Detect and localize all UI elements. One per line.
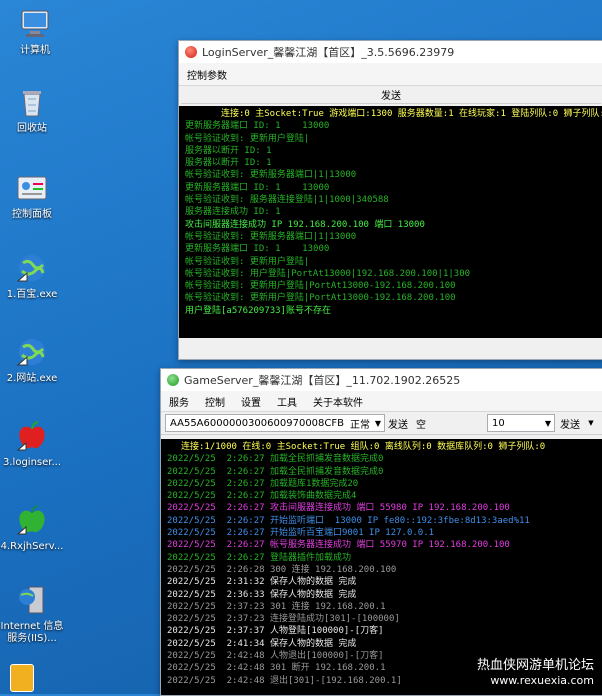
menu-about[interactable]: 关于本软件 <box>305 394 371 409</box>
log-line: 服务器以断开 ID: 1 <box>185 158 272 169</box>
log-line: 2022/5/25 2:26:27 加载装饰曲数据完成4 <box>167 491 357 502</box>
window-title: LoginServer_馨馨江湖【首区】_3.5.5696.23979 <box>202 46 455 59</box>
login-log-list: 更新服务器端口 ID: 1 13000 帐号验证收到: 更新用户登陆| 服务器以断开… <box>185 120 597 317</box>
chevron-down-icon[interactable]: ▼ <box>585 414 597 432</box>
desktop-icon-label: 2.网站.exe <box>6 373 58 384</box>
desktop-icon-iis[interactable]: Internet 信息服务(IIS)... <box>0 582 67 645</box>
server-globe-icon <box>14 582 50 618</box>
command-select[interactable]: AA55A6000000300600970008CFB 正常 ▼ <box>165 414 385 432</box>
partial-desktop-icon[interactable] <box>10 664 34 692</box>
log-line: 2022/5/25 2:31:32 保存人物的数据 完成 <box>167 577 357 588</box>
empty-label: 空 <box>416 419 426 431</box>
log-line: 2022/5/25 2:26:27 登陆器插件加载成功 <box>167 552 351 563</box>
log-line: 帐号验证收到: 更新用户登陆|PortAt13000-192.168.200.1… <box>185 281 456 292</box>
menu-control-params[interactable]: 控制参数 <box>179 67 235 82</box>
log-line: 帐号验证收到: 更新用户登陆|PortAt13000-192.168.200.1… <box>185 293 456 304</box>
watermark-url: www.rexuexia.com <box>490 674 594 687</box>
desktop-icon-gameserver[interactable]: 4.RxjhServ... <box>0 502 67 553</box>
command-mode-value: 正常 <box>350 419 371 431</box>
log-line: 服务器连接成功 ID: 1 <box>185 207 281 218</box>
chevron-down-icon: ▼ <box>374 418 381 428</box>
menu-control[interactable]: 控制 <box>197 394 233 409</box>
log-line: 2022/5/25 2:26:27 加载全民抓捕发音数据完成0 <box>167 466 384 477</box>
watermark-title: 热血侠网游单机论坛 <box>476 658 594 673</box>
log-line: 攻击间服器连接成功 IP 192.168.200.100 端口 13000 <box>185 219 425 230</box>
log-line: 帐号验证收到: 更新用户登陆| <box>185 133 310 144</box>
log-line: 2022/5/25 2:36:33 保存人物的数据 完成 <box>167 589 357 600</box>
game-menu-bar: 服务 控制 设置 工具 关于本软件 <box>161 391 602 412</box>
log-line: 2022/5/25 2:26:27 开始监听百宝端口9001 IP 127.0.… <box>167 528 435 539</box>
desktop-icon-label: 回收站 <box>17 123 47 134</box>
login-console: 连接:0 主Socket:True 游戏端口:1300 服务器数量:1 在线玩家… <box>179 106 602 338</box>
recycle-bin-icon <box>14 84 50 120</box>
log-line: 帐号验证收到: 用户登陆|PortAt13000|192.168.200.100… <box>185 268 471 279</box>
menu-settings[interactable]: 设置 <box>233 394 269 409</box>
green-apple-app-icon <box>167 374 179 386</box>
game-log-list: 2022/5/25 2:26:27 加载全民抓捕发音数据完成0 2022/5/25… <box>167 453 597 687</box>
desktop-icon-baibao[interactable]: 1.百宝.exe <box>0 250 67 301</box>
menu-tools[interactable]: 工具 <box>269 394 305 409</box>
log-line: 更新服务器端口 ID: 1 13000 <box>185 121 330 132</box>
game-server-window[interactable]: GameServer_馨馨江湖【首区】_11.702.1902.26525 服务… <box>160 368 602 696</box>
log-line: 帐号验证收到: 服务器连接登陆|1|1000|340588 <box>185 195 389 206</box>
window-title: GameServer_馨馨江湖【首区】_11.702.1902.26525 <box>184 374 461 387</box>
log-line: 更新服务器端口 ID: 1 13000 <box>185 182 330 193</box>
desktop-icon-loginserver[interactable]: 3.loginser... <box>0 418 67 469</box>
desktop-icon-label: 4.RxjhServ... <box>0 541 64 552</box>
green-apple-icon <box>14 502 50 538</box>
log-line: 2022/5/25 2:26:27 开始监听端口 13000 IP fe80::… <box>167 515 530 526</box>
shortcut-globe-icon <box>14 250 50 286</box>
desktop-icon-website[interactable]: 2.网站.exe <box>0 334 67 385</box>
log-line: 2022/5/25 2:41:34 保存人物的数据 完成 <box>167 638 357 649</box>
game-server-titlebar[interactable]: GameServer_馨馨江湖【首区】_11.702.1902.26525 <box>161 369 602 391</box>
login-menu-bar: 控制参数 <box>179 63 602 86</box>
desktop-icon-control-panel[interactable]: 控制面板 <box>0 170 67 221</box>
desktop-icon-recycle-bin[interactable]: 回收站 <box>0 84 67 135</box>
log-line: 2022/5/25 2:26:27 攻击间服器连接成功 端口 55980 IP … <box>167 503 510 514</box>
game-status-line: 连接:1/1000 在线:0 主Socket:True 组队:0 离线队列:0 … <box>181 442 546 452</box>
red-apple-app-icon <box>185 46 197 58</box>
command-hex-value: AA55A6000000300600970008CFB <box>170 417 345 429</box>
log-line: 更新服务器端口 ID: 1 13000 <box>185 244 330 255</box>
log-line: 2022/5/25 2:26:27 帐号服务器连接成功 端口 55970 IP … <box>167 540 510 551</box>
send-button-2[interactable]: 发送 <box>555 414 585 432</box>
log-line: 帐号验证收到: 更新用户登陆| <box>185 256 310 267</box>
desktop-icon-computer[interactable]: 计算机 <box>0 6 70 57</box>
login-status-line: 连接:0 主Socket:True 游戏端口:1300 服务器数量:1 在线玩家… <box>221 109 602 119</box>
count-value: 10 <box>492 417 505 429</box>
desktop-icon-label: 3.loginser... <box>3 457 61 468</box>
login-server-window[interactable]: LoginServer_馨馨江湖【首区】_3.5.5696.23979 控制参数… <box>178 40 602 360</box>
shortcut-globe-icon <box>14 334 50 370</box>
login-server-titlebar[interactable]: LoginServer_馨馨江湖【首区】_3.5.5696.23979 <box>179 41 602 63</box>
desktop-icon-label: 计算机 <box>20 45 50 56</box>
desktop-icon-label: Internet 信息服务(IIS)... <box>0 621 64 644</box>
log-line: 帐号验证收到: 更新服务器端口|1|13000 <box>185 170 357 181</box>
login-send-button[interactable]: 发送 <box>181 86 601 104</box>
computer-icon <box>17 6 53 42</box>
chevron-down-icon: ▼ <box>544 418 551 428</box>
log-line: 2022/5/25 2:37:23 连接登陆成功[301]-[100000] <box>167 614 400 625</box>
menu-service[interactable]: 服务 <box>161 394 197 409</box>
game-toolbar: AA55A6000000300600970008CFB 正常 ▼ 发送 空 10… <box>161 412 602 435</box>
desktop-icon-label: 控制面板 <box>12 209 52 220</box>
control-panel-icon <box>14 170 50 206</box>
log-line: 用户登陆[a576209733]账号不存在 <box>185 305 332 316</box>
log-line: 2022/5/25 2:26:27 加载全民抓捕发音数据完成0 <box>167 454 384 465</box>
log-line: 帐号验证收到: 更新服务器端口|1|13000 <box>185 231 357 242</box>
red-apple-icon <box>14 418 50 454</box>
log-line: 服务器以断开 ID: 1 <box>185 145 272 156</box>
log-line: 2022/5/25 2:37:37 人物登陆[100000]-[刀客] <box>167 626 384 637</box>
desktop-icon-label: 1.百宝.exe <box>6 289 58 300</box>
log-line: 2022/5/25 2:26:27 加载题库1数据完成20 <box>167 478 359 489</box>
log-line: 2022/5/25 2:37:23 301 连接 192.168.200.1 <box>167 601 386 612</box>
send-button-1[interactable]: 发送 <box>385 414 411 432</box>
count-select[interactable]: 10 ▼ <box>487 414 555 432</box>
log-line: 2022/5/25 2:26:28 300 连接 192.168.200.100 <box>167 564 397 575</box>
